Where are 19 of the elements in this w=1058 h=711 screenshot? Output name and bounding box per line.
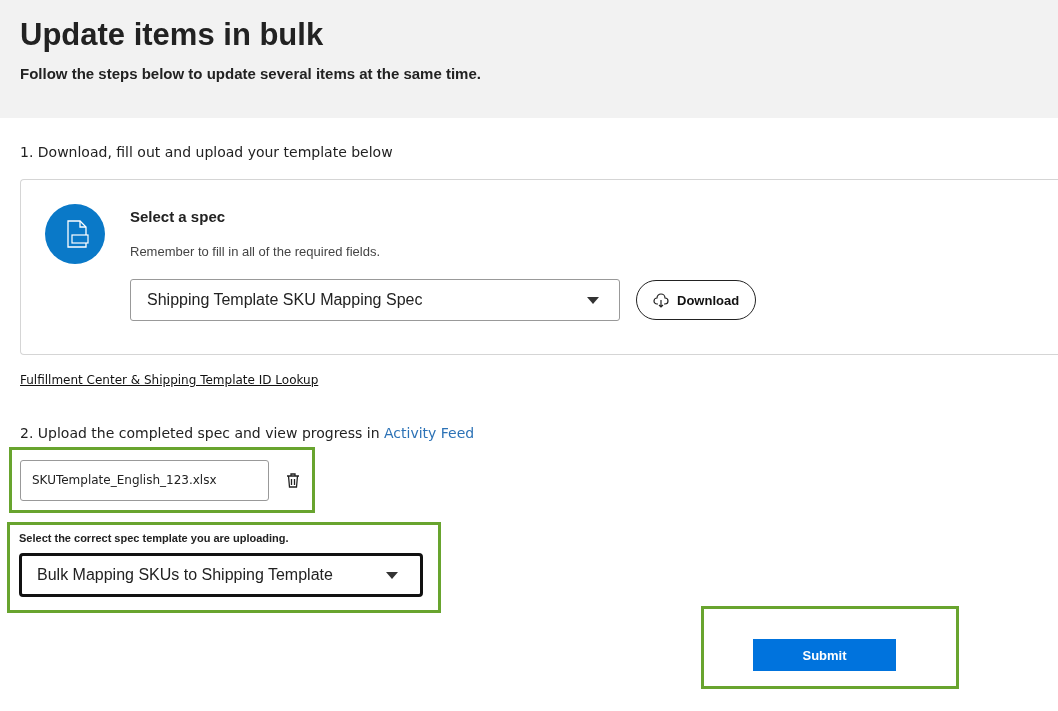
file-name-field[interactable]: SKUTemplate_English_123.xlsx <box>20 459 269 501</box>
download-button[interactable]: Download <box>636 280 757 320</box>
trash-icon[interactable] <box>287 472 299 488</box>
caret-icon <box>587 296 599 304</box>
card-title: Select a spec <box>130 208 227 225</box>
page-title: Update items in bulk <box>20 17 325 53</box>
submit-button[interactable]: Submit <box>753 639 896 671</box>
spec-select[interactable]: Shipping Template SKU Mapping Spec <box>130 279 620 321</box>
excel-file-icon <box>45 204 105 264</box>
card-hint: Remember to fill in all of the required fields. <box>130 244 381 259</box>
page-subtitle: Follow the steps below to update several items at the same time. <box>20 65 482 82</box>
caret-icon <box>386 571 398 579</box>
template-label: Select the correct spec template you are uploading. <box>19 532 290 544</box>
step-label: 2. Upload the completed spec and view progress in Activity Feed <box>20 425 476 441</box>
activity-feed-link[interactable]: Activity Feed <box>384 425 475 441</box>
step-label: 1. Download, fill out and upload your template below <box>20 144 394 160</box>
id-lookup-link[interactable]: Fulfillment Center & Shipping Template ID Lookup <box>20 373 319 387</box>
cloud-download-icon <box>653 292 669 308</box>
template-select[interactable]: Bulk Mapping SKUs to Shipping Template <box>19 553 423 597</box>
